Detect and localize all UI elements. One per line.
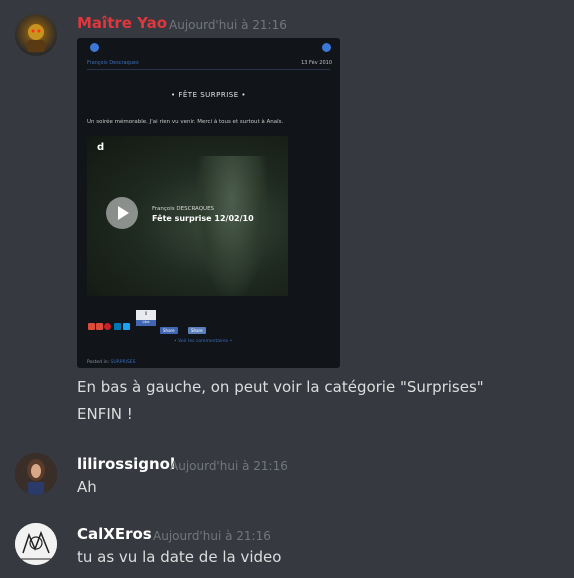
warrior-avatar-icon	[27, 24, 45, 52]
post-date: 13 Fév 2010	[301, 60, 332, 66]
avatar[interactable]	[15, 453, 57, 495]
message-line: Ah	[77, 478, 97, 496]
video-author: François DESCRAQUES	[152, 206, 215, 212]
timestamp: Aujourd'hui à 21:16	[153, 529, 271, 543]
facebook-like-widget[interactable]: 0 Like	[136, 310, 156, 326]
category-link[interactable]: SURPRISES	[111, 360, 136, 365]
video-logo: d	[97, 142, 105, 153]
avatar[interactable]	[15, 14, 57, 56]
embedded-image[interactable]: François Descraques 13 Fév 2010 • FÊTE S…	[77, 38, 340, 368]
video-title: Fête surprise 12/02/10	[152, 214, 254, 223]
posted-in-label: Posted in	[87, 360, 108, 365]
video-thumbnail	[197, 156, 267, 296]
video-player[interactable]: d François DESCRAQUES Fête surprise 12/0…	[87, 136, 288, 296]
twitter-icon[interactable]	[123, 323, 130, 330]
facebook-share-button[interactable]: Share	[160, 327, 178, 334]
post-body: Un soirée mémorable. J'ai rien vu venir.…	[87, 119, 284, 125]
pinterest-icon[interactable]	[104, 323, 111, 330]
google-plus-icon-2[interactable]	[96, 323, 103, 330]
author-name[interactable]: Maître Yao	[77, 14, 167, 32]
like-count: 0	[144, 311, 148, 316]
google-plus-icon[interactable]	[88, 323, 95, 330]
prev-arrow-icon	[90, 43, 99, 52]
timestamp: Aujourd'hui à 21:16	[170, 459, 288, 473]
divider	[87, 69, 330, 70]
message-line: ENFIN !	[77, 405, 133, 423]
play-icon[interactable]	[106, 197, 138, 229]
like-label: Like	[142, 320, 150, 324]
message-line: tu as vu la date de la video	[77, 548, 282, 566]
author-name[interactable]: lilirossignol	[77, 455, 175, 473]
message-lilirossignol: lilirossignol Aujourd'hui à 21:16 Ah	[0, 440, 574, 510]
message-line: En bas à gauche, on peut voir la catégor…	[77, 378, 484, 396]
message-calxeros: CalXEros Aujourd'hui à 21:16 tu as vu la…	[0, 510, 574, 578]
message-maitre-yao: Maître Yao Aujourd'hui à 21:16 François …	[0, 0, 574, 440]
posted-in: Posted in: SURPRISES	[87, 360, 136, 365]
sketch-avatar-icon	[15, 523, 57, 565]
linkedin-icon[interactable]	[114, 323, 121, 330]
woman-avatar-icon	[15, 453, 57, 495]
post-byline: François Descraques	[87, 60, 139, 66]
author-name[interactable]: CalXEros	[77, 525, 152, 543]
next-arrow-icon	[322, 43, 331, 52]
share-button[interactable]: Share	[188, 327, 206, 334]
comments-link[interactable]: • Voir les commentaires •	[174, 339, 232, 344]
timestamp: Aujourd'hui à 21:16	[169, 18, 287, 32]
post-title: • FÊTE SURPRISE •	[170, 91, 247, 99]
avatar[interactable]	[15, 523, 57, 565]
